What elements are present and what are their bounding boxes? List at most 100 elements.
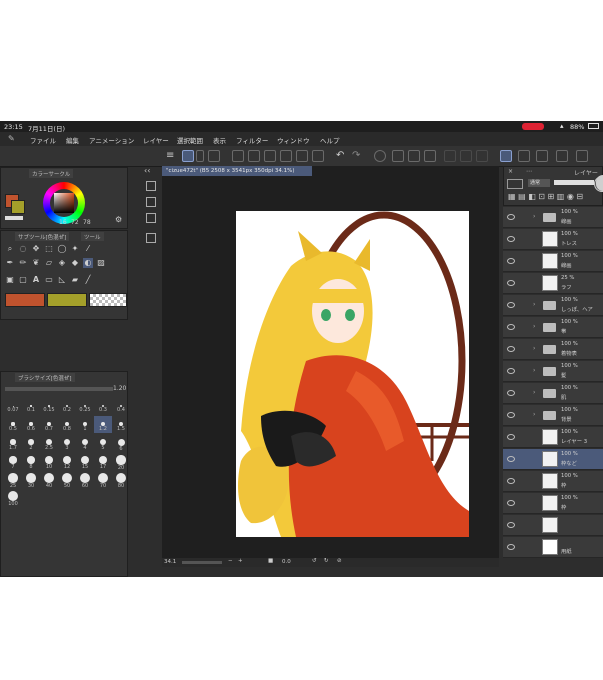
layer-property-icon[interactable] bbox=[507, 179, 523, 189]
menu-filter[interactable]: フィルター bbox=[236, 135, 268, 145]
fill-button[interactable] bbox=[408, 150, 420, 162]
brush-size-option[interactable]: 7 bbox=[4, 452, 22, 470]
eraser-icon[interactable]: ▱ bbox=[44, 258, 54, 268]
sub-color-swatch[interactable] bbox=[11, 200, 25, 214]
folder-expand-icon[interactable]: › bbox=[533, 301, 535, 308]
menu-window[interactable]: ウィンドウ bbox=[277, 135, 310, 145]
brush-size-option[interactable]: 0.15 bbox=[40, 398, 58, 415]
document-tab[interactable]: "cizue472t" (B5 2508 x 3541px 350dpi 34.… bbox=[162, 166, 312, 176]
main-color-bar[interactable] bbox=[5, 293, 45, 307]
brush-size-option[interactable]: 1.7 bbox=[4, 434, 22, 451]
frame-icon[interactable]: ▢ bbox=[18, 275, 28, 285]
folder-expand-icon[interactable]: › bbox=[533, 411, 535, 418]
brush-size-option[interactable]: 0.5 bbox=[4, 416, 22, 433]
menu-layer[interactable]: レイヤー bbox=[143, 135, 169, 145]
side-panel-icon-4[interactable] bbox=[146, 233, 156, 243]
brush-size-option[interactable]: 8 bbox=[22, 452, 40, 470]
tool-switch-button[interactable] bbox=[196, 150, 204, 162]
move-icon[interactable]: ✥ bbox=[31, 244, 41, 254]
layer-row[interactable]: › 100 % 髪 bbox=[503, 361, 603, 382]
brush-size-option[interactable]: 0.3 bbox=[94, 398, 112, 415]
line-icon[interactable]: ╱ bbox=[83, 275, 93, 285]
transparent-swatch[interactable] bbox=[5, 216, 23, 220]
lasso-icon[interactable]: ◌ bbox=[18, 244, 28, 254]
brush-size-option[interactable]: 1 bbox=[76, 416, 94, 433]
menu-file[interactable]: ファイル bbox=[30, 135, 56, 145]
brush-size-option[interactable]: 1.5 bbox=[112, 416, 130, 433]
brush-size-option[interactable]: 10 bbox=[40, 452, 58, 470]
layer-row[interactable]: 100 % 線画 bbox=[503, 251, 603, 272]
brush-size-option[interactable]: 0.7 bbox=[40, 416, 58, 433]
folder-expand-icon[interactable]: › bbox=[533, 367, 535, 374]
brush-size-option[interactable]: 0.07 bbox=[4, 398, 22, 415]
brush-size-option[interactable]: 2 bbox=[22, 434, 40, 451]
redo-icon[interactable]: ↷ bbox=[352, 150, 360, 161]
tool-tab[interactable]: ツール bbox=[81, 232, 104, 241]
visibility-eye-icon[interactable] bbox=[507, 456, 515, 462]
panel-collapse-icon[interactable]: ‹‹ bbox=[144, 166, 150, 175]
pen-pressure-button[interactable] bbox=[500, 150, 512, 162]
disabled-button-2[interactable] bbox=[460, 150, 472, 162]
layer-tool-icons[interactable]: ▦ ▤ ◧ ⊡ ⊞ ▥ ◉ ⊟ bbox=[508, 192, 583, 201]
reset-rotation-icon[interactable]: ⊘ bbox=[337, 558, 342, 564]
loading-icon[interactable] bbox=[374, 150, 386, 162]
open-file-button[interactable] bbox=[248, 150, 260, 162]
color-mix-icon[interactable]: ◐ bbox=[83, 258, 93, 268]
layer-row[interactable]: › 100 % 着物表 bbox=[503, 339, 603, 360]
visibility-eye-icon[interactable] bbox=[507, 412, 515, 418]
layer-panel-more-icon[interactable]: ⋯ bbox=[526, 168, 532, 175]
side-panel-icon-3[interactable] bbox=[146, 213, 156, 223]
palette-settings-icon[interactable]: ⚙ bbox=[115, 215, 122, 224]
clear-button[interactable] bbox=[392, 150, 404, 162]
side-panel-icon-1[interactable] bbox=[146, 181, 156, 191]
rotate-right-icon[interactable]: ↻ bbox=[324, 558, 329, 564]
canvas-area[interactable]: "cizue472t" (B5 2508 x 3541px 350dpi 34.… bbox=[162, 166, 499, 567]
brush-size-option[interactable]: 17 bbox=[94, 452, 112, 470]
figure-icon[interactable]: ▣ bbox=[5, 275, 15, 285]
visibility-eye-icon[interactable] bbox=[507, 434, 515, 440]
layer-row[interactable]: › 100 % 背景 bbox=[503, 405, 603, 426]
blend-mode-select[interactable]: 通常 bbox=[528, 179, 550, 187]
layer-row[interactable] bbox=[503, 515, 603, 536]
edit-button[interactable] bbox=[556, 150, 568, 162]
new-file-button[interactable] bbox=[232, 150, 244, 162]
brush-size-option[interactable]: 20 bbox=[112, 452, 130, 471]
menu-help[interactable]: ヘルプ bbox=[320, 135, 340, 145]
settings-button[interactable] bbox=[576, 150, 588, 162]
layer-row[interactable]: › 100 % 線画 bbox=[503, 207, 603, 228]
ruler-button[interactable] bbox=[536, 150, 548, 162]
layer-row[interactable]: 100 % 枠 bbox=[503, 471, 603, 492]
visibility-eye-icon[interactable] bbox=[507, 302, 515, 308]
layer-row[interactable]: 100 % トレス bbox=[503, 229, 603, 250]
menu-view[interactable]: 表示 bbox=[213, 135, 226, 145]
select-icon[interactable]: ⬚ bbox=[44, 244, 54, 254]
zoom-out-icon[interactable]: − bbox=[228, 558, 233, 564]
menu-animation[interactable]: アニメーション bbox=[89, 135, 134, 145]
layer-panel-close-icon[interactable]: × bbox=[508, 168, 513, 175]
brush-scale-slider[interactable] bbox=[5, 387, 113, 391]
pencil-icon[interactable]: ✏ bbox=[18, 258, 28, 268]
paste-button[interactable] bbox=[312, 150, 324, 162]
zoom-slider[interactable] bbox=[182, 561, 222, 564]
blend-icon[interactable]: ◈ bbox=[57, 258, 67, 268]
menu-selection[interactable]: 選択範囲 bbox=[177, 135, 203, 145]
zoom-in-icon[interactable]: + bbox=[238, 558, 243, 564]
layer-row[interactable]: › 100 % しっぽ、ヘア bbox=[503, 295, 603, 316]
transform-button[interactable] bbox=[424, 150, 436, 162]
folder-expand-icon[interactable]: › bbox=[533, 213, 535, 220]
brush-size-option[interactable]: 0.25 bbox=[76, 398, 94, 415]
folder-expand-icon[interactable]: › bbox=[533, 323, 535, 330]
visibility-eye-icon[interactable] bbox=[507, 522, 515, 528]
visibility-eye-icon[interactable] bbox=[507, 346, 515, 352]
visibility-eye-icon[interactable] bbox=[507, 258, 515, 264]
folder-expand-icon[interactable]: › bbox=[533, 345, 535, 352]
balloon-icon[interactable]: ▭ bbox=[44, 275, 54, 285]
screen-mode-button[interactable] bbox=[208, 150, 220, 162]
visibility-eye-icon[interactable] bbox=[507, 236, 515, 242]
brush-size-option[interactable]: 0.1 bbox=[22, 398, 40, 415]
ruler-icon[interactable]: ◺ bbox=[57, 275, 67, 285]
folder-expand-icon[interactable]: › bbox=[533, 389, 535, 396]
brush-size-option[interactable]: 80 bbox=[112, 470, 130, 489]
rotate-left-icon[interactable]: ↺ bbox=[312, 558, 317, 564]
saturation-value-square[interactable] bbox=[54, 193, 74, 213]
